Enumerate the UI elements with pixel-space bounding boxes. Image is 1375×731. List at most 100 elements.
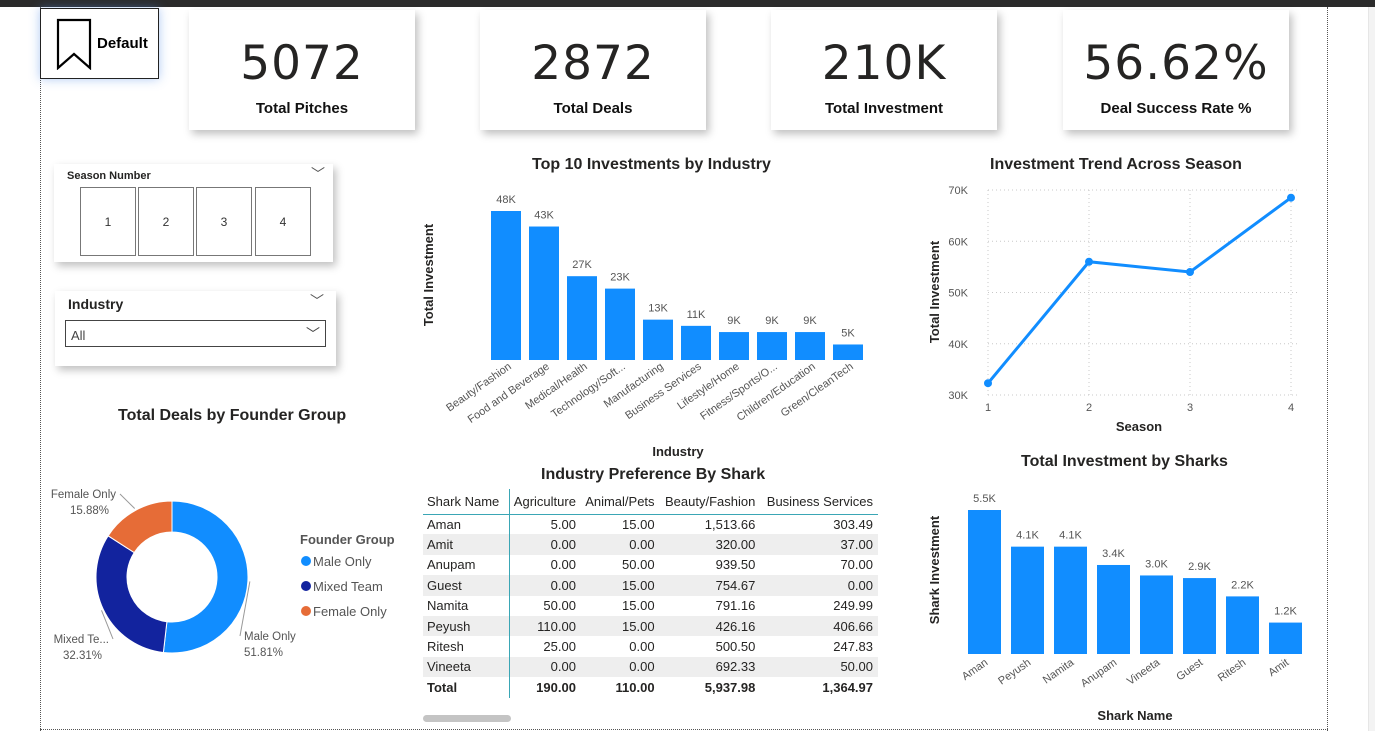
bookmark-label: Default [97, 35, 148, 52]
vertical-scrollbar[interactable] [1368, 7, 1375, 731]
table-cell: 791.16 [715, 598, 756, 614]
table-cell: 320.00 [659, 534, 761, 555]
industry-selected-value: All [71, 328, 86, 343]
table-cell: 249.99 [833, 598, 873, 614]
donut-legend-label: Male Only [313, 554, 372, 569]
shark-tick-label: Namita [1041, 656, 1077, 686]
table-cell: Total [423, 677, 510, 698]
shark-tick-label: Anupam [1079, 657, 1119, 690]
chevron-down-icon[interactable]: ﹀ [310, 291, 324, 311]
donut-legend-marker [301, 556, 311, 566]
shark-bar [1140, 575, 1173, 654]
industry-slicer-title: Industry [68, 296, 124, 312]
donut-legend-label: Female Only [313, 604, 387, 619]
table-header-cell[interactable]: Business Services [760, 489, 878, 515]
kpi-card-total-deals: 2872 Total Deals [480, 10, 706, 130]
industry-data-label: 9K [727, 315, 741, 327]
table-row: Peyush 110.00 15.00 426.16 406.66 [423, 615, 878, 637]
industry-x-axis-title: Industry [652, 444, 704, 459]
donut-percent-label: 32.31% [63, 650, 102, 662]
kpi-caption: Total Deals [553, 100, 633, 117]
trend-x-tick-label: 4 [1288, 402, 1294, 414]
trend-x-axis-title: Season [1116, 419, 1162, 434]
kpi-card-total-investment: 210K Total Investment [771, 10, 997, 130]
table-cell: 692.33 [659, 656, 761, 678]
table-cell: 70.00 [840, 557, 873, 573]
table-horizontal-scrollbar[interactable] [423, 715, 511, 722]
table-row: Aman 5.00 15.00 1,513.66 303.49 [423, 514, 878, 535]
donut-legend-marker [301, 581, 311, 591]
season-slicer-title: Season Number [67, 170, 151, 182]
table-row: Guest 0.00 15.00 754.67 0.00 [423, 575, 878, 596]
trend-chart-title: Investment Trend Across Season [990, 156, 1242, 173]
table-cell: 190.00 [536, 679, 576, 695]
shark-tick-label: Peyush [996, 657, 1033, 688]
default-bookmark-button[interactable]: Default [40, 8, 159, 79]
shark-data-label: 1.2K [1274, 606, 1297, 618]
industry-bar [567, 276, 597, 360]
industry-dropdown[interactable]: All ﹀ [65, 320, 326, 347]
shark-bar [1011, 546, 1044, 654]
table-row: Anupam 0.00 50.00 939.50 70.00 [423, 554, 878, 576]
season-option-2[interactable]: 2 [138, 187, 194, 256]
industry-bar [605, 288, 635, 360]
industry-data-label: 9K [803, 315, 817, 327]
bookmark-icon [56, 18, 92, 70]
donut-percent-label: 51.81% [244, 647, 283, 659]
shark-tick-label: Amit [1266, 657, 1291, 679]
table-header-cell[interactable]: Agriculture [509, 489, 581, 515]
trend-series-line [986, 196, 1292, 385]
shark-bar [968, 510, 1001, 654]
industry-preference-table: Shark Name Agriculture Animal/Pets Beauty/F… [423, 489, 878, 704]
industry-chart-title: Top 10 Investments by Industry [532, 156, 771, 173]
shark-bar [1226, 596, 1259, 654]
donut-legend-marker [301, 606, 311, 616]
table-cell: Ritesh [423, 636, 510, 657]
industry-bar [529, 226, 559, 360]
table-cell: 15.00 [580, 575, 660, 596]
table-cell: 15.00 [622, 516, 655, 532]
table-cell: 110.00 [509, 615, 581, 637]
table-cell: 0.00 [760, 575, 878, 596]
sharks-chart-title: Total Investment by Sharks [1021, 453, 1228, 470]
season-slicer: Season Number ﹀ 1 2 3 4 [54, 164, 333, 262]
industry-bar [757, 332, 787, 360]
season-option-3[interactable]: 3 [196, 187, 252, 256]
trend-y-axis-title: Total Investment [927, 240, 942, 343]
table-header-row: Shark Name Agriculture Animal/Pets Beauty/F… [423, 489, 878, 515]
industry-data-label: 23K [610, 272, 630, 284]
table-header-cell[interactable]: Animal/Pets [580, 489, 660, 515]
donut-category-label: Mixed Te... [54, 634, 109, 646]
shark-tick-label: Ritesh [1216, 657, 1248, 685]
kpi-value: 210K [821, 36, 947, 91]
table-header-cell[interactable]: Beauty/Fashion [659, 489, 761, 515]
table-cell: 0.00 [509, 575, 581, 596]
table-cell: 50.00 [622, 557, 655, 573]
table-cell: 50.00 [543, 598, 576, 614]
shark-bar [1054, 546, 1087, 654]
donut-legend-label: Mixed Team [313, 579, 383, 594]
table-cell: 25.00 [543, 639, 576, 655]
trend-y-tick-label: 40K [948, 339, 968, 351]
industry-bar [719, 332, 749, 360]
shark-data-label: 3.4K [1102, 548, 1125, 560]
table-cell: 406.66 [760, 615, 878, 637]
season-option-1[interactable]: 1 [80, 187, 136, 256]
shark-x-axis-title: Shark Name [1097, 708, 1172, 723]
industry-data-label: 5K [841, 327, 855, 339]
chevron-down-icon[interactable]: ﹀ [311, 164, 325, 184]
table-header-cell[interactable]: Shark Name [423, 489, 510, 515]
table-cell: Peyush [423, 615, 510, 637]
dropdown-chevron-icon: ﹀ [306, 326, 320, 342]
shark-bar [1269, 622, 1302, 654]
kpi-caption: Deal Success Rate % [1100, 100, 1252, 117]
donut-legend-title: Founder Group [300, 532, 395, 547]
trend-x-tick-label: 1 [985, 402, 991, 414]
table-cell: Vineeta [423, 656, 510, 678]
industry-data-label: 9K [765, 315, 779, 327]
industry-data-label: 11K [687, 309, 706, 321]
donut-percent-label: 15.88% [70, 505, 109, 517]
season-option-4[interactable]: 4 [255, 187, 311, 256]
table-cell: 1,513.66 [704, 516, 756, 532]
table-cell: 0.00 [509, 534, 581, 555]
